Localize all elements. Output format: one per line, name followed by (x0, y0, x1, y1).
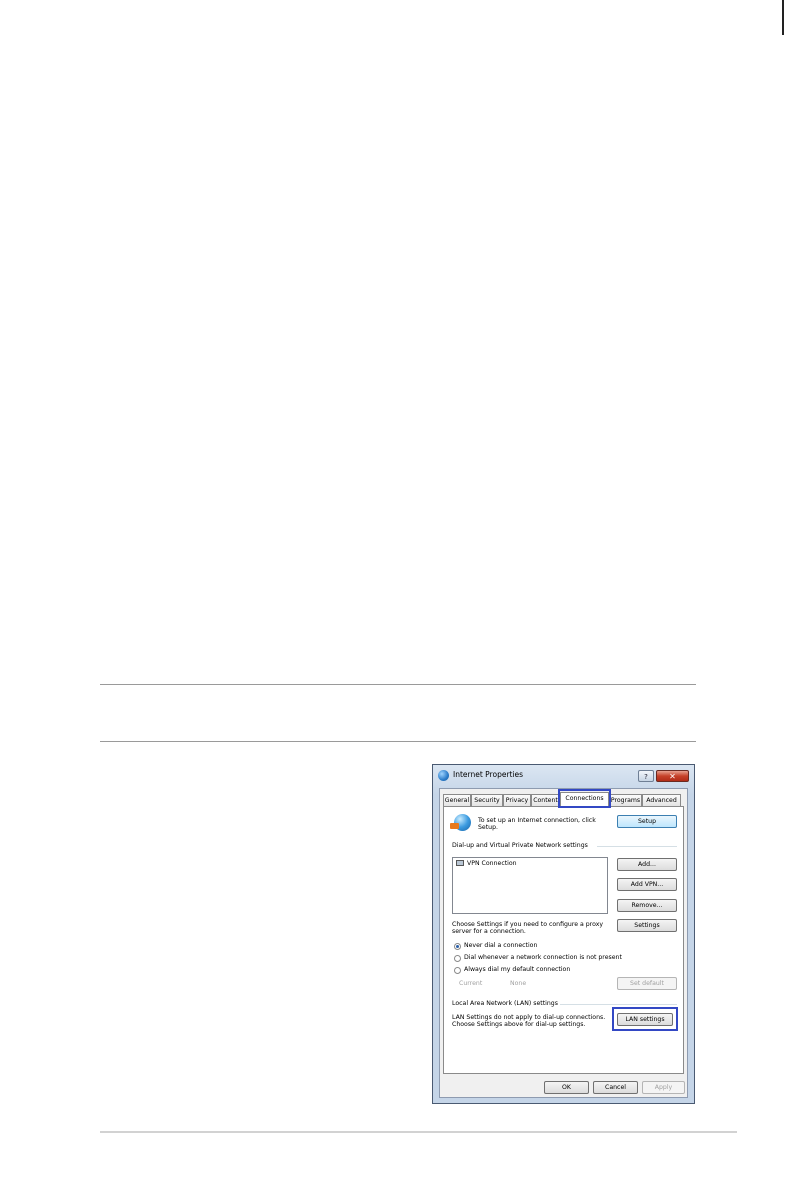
dialog-client-area: General Security Privacy Content Connect… (439, 788, 688, 1098)
top-divider (100, 684, 696, 685)
connections-tab-highlight (558, 789, 611, 808)
radio-dial-whenever[interactable] (454, 955, 461, 962)
vpn-connection-item[interactable]: VPN Connection (467, 860, 517, 868)
close-button[interactable]: ✕ (656, 770, 689, 782)
tab-advanced[interactable]: Advanced (642, 794, 681, 806)
lan-heading: Local Area Network (LAN) settings (452, 1000, 558, 1007)
set-default-button[interactable]: Set default (617, 977, 677, 990)
apply-button[interactable]: Apply (642, 1081, 685, 1094)
tab-programs[interactable]: Programs (609, 794, 642, 806)
vpn-connection-icon (456, 860, 464, 866)
page-edge-mark (782, 0, 784, 35)
tab-privacy[interactable]: Privacy (503, 794, 531, 806)
connections-panel: To set up an Internet connection, click … (443, 806, 684, 1074)
add-button[interactable]: Add... (617, 858, 677, 871)
radio-always-dial[interactable] (454, 967, 461, 974)
dialog-title: Internet Properties (453, 770, 524, 779)
radio-never-dial-label: Never dial a connection (464, 942, 538, 949)
bottom-divider (100, 741, 696, 742)
lan-instruction-line2: Choose Settings above for dial-up settin… (452, 1021, 586, 1028)
current-label: Current (459, 980, 483, 987)
current-value: None (510, 980, 527, 987)
radio-never-dial[interactable] (454, 943, 461, 950)
proxy-instruction-line2: server for a connection. (452, 928, 526, 935)
setup-button[interactable]: Setup (617, 815, 677, 828)
internet-properties-dialog: Internet Properties ? ✕ General Security… (432, 764, 695, 1104)
title-bar[interactable]: Internet Properties ? ✕ (433, 765, 694, 787)
footer-rule (100, 1131, 737, 1133)
remove-button[interactable]: Remove... (617, 899, 677, 912)
radio-always-dial-label: Always dial my default connection (464, 966, 571, 973)
radio-dial-whenever-label: Dial whenever a network connection is no… (464, 954, 622, 961)
tab-general[interactable]: General (443, 794, 471, 806)
lan-group-separator (560, 1004, 677, 1005)
dialup-vpn-heading: Dial-up and Virtual Private Network sett… (452, 842, 588, 849)
tab-content[interactable]: Content (531, 794, 560, 806)
connections-listbox[interactable]: VPN Connection (452, 857, 608, 914)
settings-button[interactable]: Settings (617, 919, 677, 932)
cancel-button[interactable]: Cancel (593, 1081, 638, 1094)
lan-settings-highlight (612, 1007, 678, 1031)
group-separator (597, 846, 677, 847)
setup-globe-icon (450, 814, 471, 831)
add-vpn-button[interactable]: Add VPN... (617, 878, 677, 891)
setup-instruction-line2: Setup. (478, 824, 498, 831)
ok-button[interactable]: OK (544, 1081, 589, 1094)
help-button[interactable]: ? (638, 770, 654, 782)
tab-security[interactable]: Security (471, 794, 503, 806)
internet-globe-icon (438, 770, 449, 781)
